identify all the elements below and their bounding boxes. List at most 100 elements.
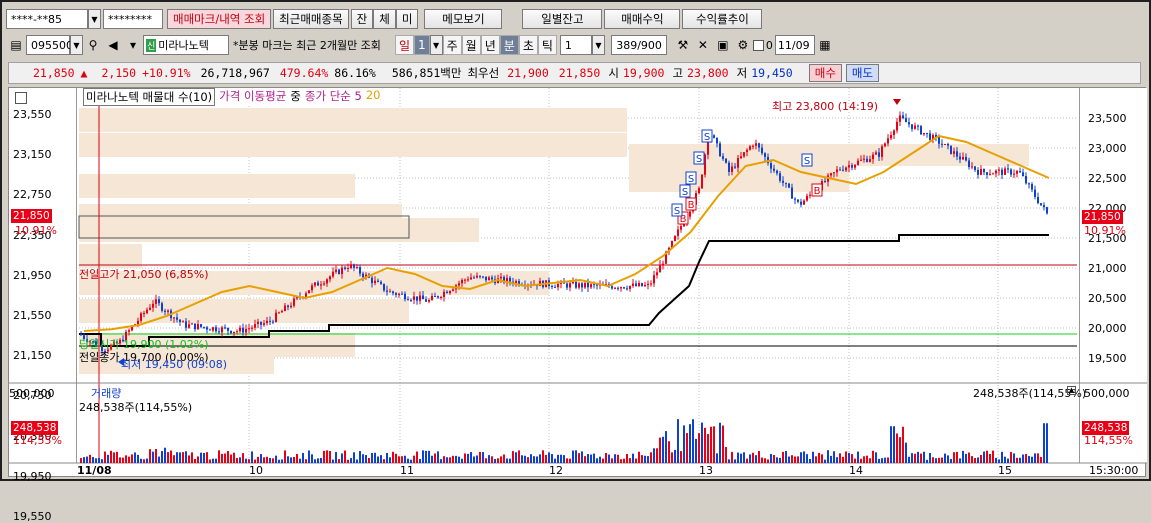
candle [842, 169, 844, 171]
candle [263, 323, 265, 325]
stock-name-field[interactable]: 신 미라나노텍 [143, 35, 229, 55]
tab-day[interactable]: 일 [394, 35, 414, 55]
price-chart[interactable]: 23,550 23,150 22,750 22,350 21,950 21,550 21,1… [8, 87, 1147, 523]
legend-title[interactable]: 미라나노텍 매물대 수(10) [83, 88, 216, 106]
calendar-icon[interactable]: ▦ [815, 35, 835, 55]
candle [950, 145, 952, 154]
return-trend-button[interactable]: 수익률추이 [682, 9, 763, 29]
candle [833, 172, 835, 174]
candle [269, 320, 271, 322]
account-field[interactable]: ****-**85 [6, 9, 88, 29]
volume-bar [1019, 457, 1021, 463]
volume-bar [593, 453, 595, 463]
grid-icon[interactable]: ▤ [6, 35, 26, 55]
day-count-dropdown-icon[interactable]: ▼ [429, 35, 443, 55]
tab-day-count[interactable]: 1 [413, 35, 430, 55]
daily-balance-button[interactable]: 일별잔고 [522, 9, 603, 29]
buy-button[interactable]: 매수 [808, 64, 842, 82]
candle [773, 168, 775, 171]
candle [626, 288, 628, 290]
tab-tick[interactable]: 틱 [537, 35, 557, 55]
tab-week[interactable]: 주 [442, 35, 462, 55]
trade-marker-label: S [704, 132, 710, 143]
candle [680, 226, 682, 230]
recent-trades-button[interactable]: 최근매매종목 [273, 9, 349, 29]
volume-bar [974, 458, 976, 463]
low-price: 19,450 [751, 66, 793, 80]
volume-bar [965, 453, 967, 463]
volume-bar [410, 459, 412, 463]
tab-year[interactable]: 년 [480, 35, 500, 55]
save-icon[interactable]: ▣ [713, 35, 733, 55]
stock-code-input[interactable]: 095500 [26, 35, 73, 55]
gear-icon[interactable]: ⚙ [733, 35, 753, 55]
count-input[interactable]: 389/900 [610, 35, 667, 55]
account-dropdown-icon[interactable]: ▼ [88, 9, 101, 29]
trade-profit-button[interactable]: 매매수익 [604, 9, 681, 29]
volume-bar [230, 454, 232, 463]
volume-bar [89, 454, 91, 463]
checkbox[interactable] [752, 39, 764, 51]
volume-bar [638, 451, 640, 463]
search-icon[interactable]: ⚲ [83, 35, 103, 55]
volume-bar [200, 452, 202, 463]
candle [752, 145, 754, 147]
memo-button[interactable]: 메모보기 [424, 9, 503, 29]
candle [938, 137, 940, 144]
candle [1028, 183, 1030, 185]
sell-button[interactable]: 매도 [845, 64, 880, 82]
unfilled-button[interactable]: 미 [395, 9, 419, 29]
volume-bar [1034, 453, 1036, 463]
volume-bar [968, 452, 970, 463]
balance-button[interactable]: 잔 [350, 9, 374, 29]
volume-bar [437, 451, 439, 463]
tab-minute[interactable]: 분 [499, 35, 519, 55]
tab-second[interactable]: 초 [518, 35, 538, 55]
volume-bar [698, 433, 700, 463]
volume-bar [242, 453, 244, 463]
code-dropdown-icon[interactable]: ▼ [70, 35, 83, 55]
candle [323, 283, 325, 285]
crosshair-icon[interactable]: ✕ [693, 35, 713, 55]
volume-bar [770, 453, 772, 463]
volume-bar [275, 455, 277, 463]
plot-area[interactable]: BBSSSSSBS [9, 88, 1147, 478]
candle [431, 295, 433, 301]
candle [233, 331, 235, 334]
speaker-icon[interactable]: ◀ [103, 35, 123, 55]
volume-bar [845, 451, 847, 463]
volume-bar [413, 455, 415, 463]
date-input[interactable]: 11/09 [774, 35, 815, 55]
candle [968, 160, 970, 168]
candle [197, 324, 199, 330]
candle [896, 121, 898, 131]
volume-bar [866, 455, 868, 463]
tab-month[interactable]: 월 [461, 35, 481, 55]
candle [575, 281, 577, 288]
volume-bar [665, 431, 667, 463]
volume-bar [302, 452, 304, 463]
arrow-icon[interactable]: ▾ [123, 35, 143, 55]
volume-bar [833, 451, 835, 463]
interval-dropdown-icon[interactable]: ▼ [591, 35, 605, 55]
candle [473, 277, 475, 279]
legend-ma2-n: 20 [365, 88, 381, 102]
volume-bar [251, 451, 253, 463]
collapse-icon[interactable]: ▲ [1067, 386, 1076, 395]
volume-bar [182, 452, 184, 463]
filled-button[interactable]: 체 [373, 9, 396, 29]
candle [215, 327, 217, 332]
candle [284, 305, 286, 312]
candle [581, 283, 583, 288]
candle [179, 319, 181, 323]
password-field[interactable]: ******** [103, 9, 163, 29]
trade-mark-button[interactable]: 매매마크/내역 조회 [167, 9, 272, 29]
interval-input[interactable]: 1 [559, 35, 592, 55]
candle [278, 312, 280, 314]
candle [509, 277, 511, 282]
volume-bar [806, 454, 808, 463]
candle [623, 287, 625, 289]
candle [965, 156, 967, 161]
tools-icon[interactable]: ⚒ [673, 35, 693, 55]
volume-bar [584, 456, 586, 463]
